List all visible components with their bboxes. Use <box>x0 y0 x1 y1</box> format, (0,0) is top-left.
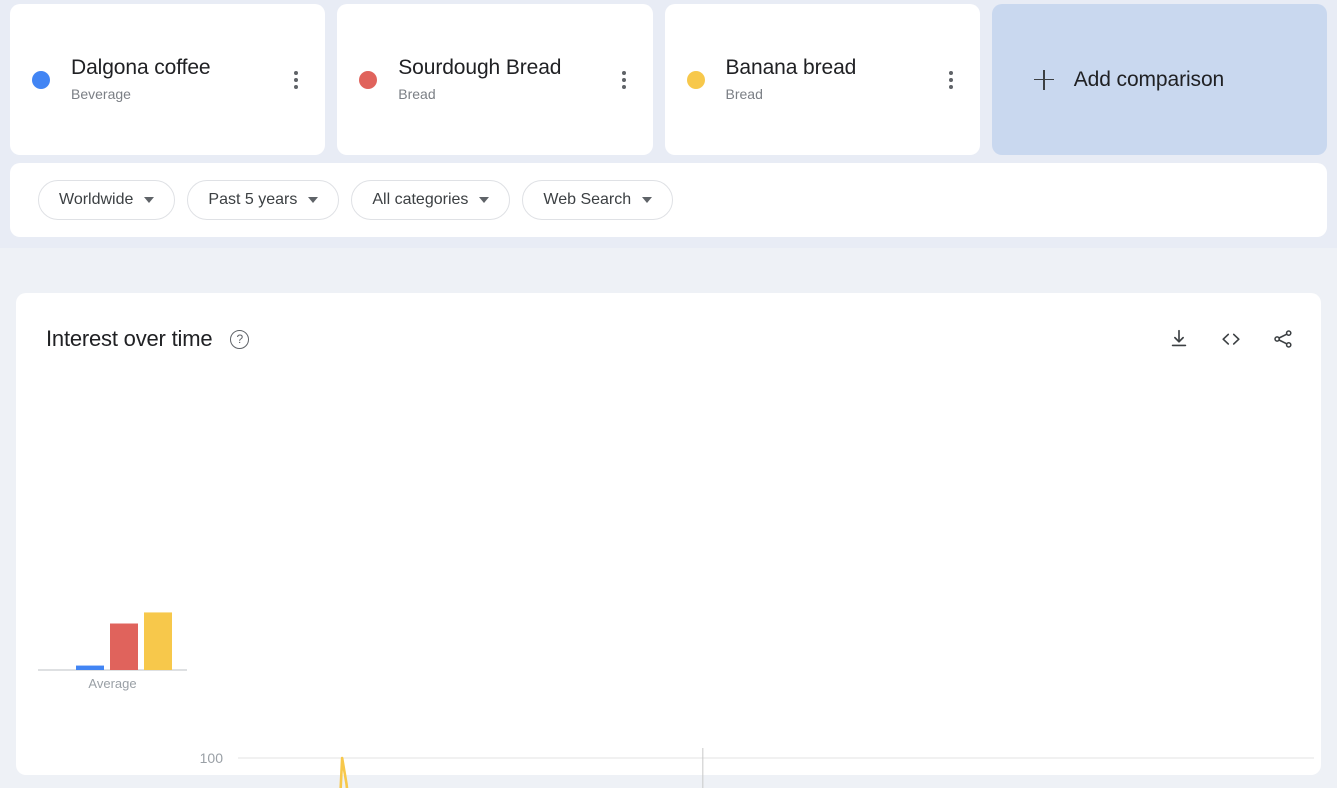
kebab-menu-icon[interactable] <box>285 65 307 95</box>
filter-label: Past 5 years <box>208 191 298 208</box>
term-title: Sourdough Bread <box>398 56 562 79</box>
google-trends-page: Dalgona coffee Beverage Sourdough Bread … <box>0 0 1337 788</box>
term-category: Bread <box>398 86 436 102</box>
series-color-dot <box>686 70 705 89</box>
term-category: Beverage <box>71 86 131 102</box>
chevron-down-icon <box>642 197 653 203</box>
chart-header: Interest over time ? <box>46 319 1295 359</box>
trend-plot-svg: 255075100Note13 Oct 20194 Jul 202126 Mar… <box>200 748 1314 788</box>
download-icon[interactable] <box>1167 327 1191 351</box>
series-color-dot <box>359 70 378 89</box>
chevron-down-icon <box>308 197 319 203</box>
term-card-text: Dalgona coffee Beverage <box>71 55 285 104</box>
series-color-dot <box>32 70 50 89</box>
term-card-1[interactable]: Sourdough Bread Bread <box>337 4 653 155</box>
term-card-text: Sourdough Bread Bread <box>398 55 612 104</box>
add-comparison-label: Add comparison <box>1073 67 1225 91</box>
filter-label: Web Search <box>543 191 632 208</box>
trend-line-chart: 255075100Note13 Oct 20194 Jul 202126 Mar… <box>16 423 1321 788</box>
term-card-0[interactable]: Dalgona coffee Beverage <box>10 4 326 155</box>
filter-time-range[interactable]: Past 5 years <box>187 180 340 220</box>
interest-over-time-card: Interest over time ? Average 100 <box>16 293 1321 788</box>
term-category: Bread <box>725 86 763 102</box>
kebab-menu-icon[interactable] <box>940 65 962 95</box>
filter-category[interactable]: All categories <box>351 180 511 220</box>
chevron-down-icon <box>479 197 490 203</box>
svg-text:100: 100 <box>200 750 224 766</box>
help-circle-icon[interactable]: ? <box>230 329 250 349</box>
filter-search-type[interactable]: Web Search <box>522 180 674 220</box>
term-title: Dalgona coffee <box>71 56 211 79</box>
term-title: Banana bread <box>725 56 857 79</box>
term-card-text: Banana bread Bread <box>726 55 940 104</box>
plus-icon <box>1033 69 1054 90</box>
filter-bar: Worldwide Past 5 years All categories We… <box>10 163 1327 237</box>
add-comparison-button[interactable]: Add comparison <box>991 4 1327 155</box>
kebab-menu-icon[interactable] <box>613 65 635 95</box>
chart-actions <box>1167 327 1295 351</box>
filter-label: Worldwide <box>59 191 134 208</box>
comparison-cards-row: Dalgona coffee Beverage Sourdough Bread … <box>10 4 1327 155</box>
term-card-2[interactable]: Banana bread Bread <box>664 4 980 155</box>
page-title: Interest over time <box>46 326 213 351</box>
embed-code-icon[interactable] <box>1219 327 1243 351</box>
filter-label: All categories <box>372 191 469 208</box>
share-icon[interactable] <box>1271 327 1295 351</box>
filter-location[interactable]: Worldwide <box>38 180 176 220</box>
chevron-down-icon <box>144 197 155 203</box>
